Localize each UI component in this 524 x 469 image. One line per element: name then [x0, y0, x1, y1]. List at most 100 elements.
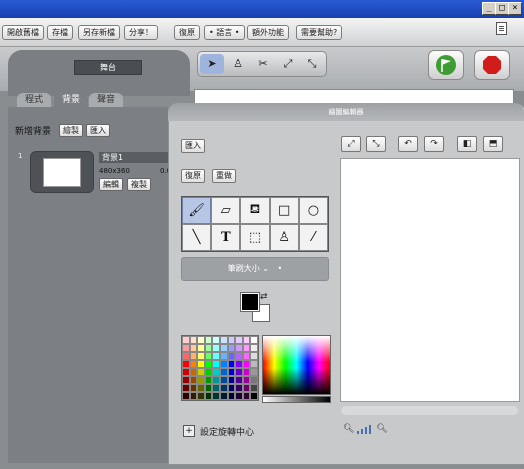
color-swatch[interactable] — [197, 336, 205, 344]
stop-button[interactable] — [474, 50, 510, 80]
ellipse-icon[interactable]: ○ — [298, 197, 328, 224]
color-swatch[interactable] — [250, 344, 258, 352]
color-swatch[interactable] — [250, 360, 258, 368]
color-swatch[interactable] — [189, 344, 198, 352]
color-swatch[interactable] — [197, 384, 205, 392]
help-button[interactable]: 需要幫助? — [296, 25, 343, 40]
color-swatch[interactable] — [204, 344, 213, 352]
flip-horizontal-icon[interactable]: ◧ — [457, 136, 477, 152]
color-swatch[interactable] — [242, 360, 251, 368]
zoom-in-icon[interactable]: 🔍︎ — [376, 424, 387, 434]
color-swatch[interactable] — [235, 352, 243, 360]
color-swatch[interactable] — [189, 336, 198, 344]
color-swatch[interactable] — [212, 352, 220, 360]
green-flag-button[interactable] — [428, 50, 464, 80]
rotate-left-icon[interactable]: ↶ — [398, 136, 418, 152]
color-swatch[interactable] — [227, 368, 236, 376]
color-swatch[interactable] — [219, 352, 228, 360]
paint-canvas[interactable] — [340, 158, 520, 402]
color-swatch[interactable] — [204, 336, 213, 344]
language-button[interactable]: • 語言 • — [204, 25, 245, 40]
paint-undo-button[interactable]: 復原 — [181, 169, 205, 183]
color-swatch[interactable] — [212, 368, 220, 376]
color-swatch[interactable] — [212, 336, 220, 344]
color-swatch[interactable] — [242, 376, 251, 384]
color-swatch[interactable] — [227, 344, 236, 352]
zoom-level-bar[interactable] — [361, 429, 364, 434]
color-swatch[interactable] — [242, 344, 251, 352]
tab-sounds[interactable]: 聲音 — [89, 93, 124, 107]
color-swatch[interactable] — [182, 384, 190, 392]
color-swatch[interactable] — [235, 376, 243, 384]
color-swatch[interactable] — [197, 368, 205, 376]
color-swatch[interactable] — [204, 392, 213, 400]
color-swatch[interactable] — [242, 368, 251, 376]
color-swatch[interactable] — [212, 344, 220, 352]
color-swatch[interactable] — [197, 392, 205, 400]
brush-size-selector[interactable]: 筆刷大小 ⌄ • — [181, 257, 329, 281]
color-swatch[interactable] — [212, 360, 220, 368]
color-swatch[interactable] — [227, 352, 236, 360]
color-swatch[interactable] — [189, 392, 198, 400]
close-icon[interactable]: × — [508, 2, 522, 15]
color-swatch[interactable] — [250, 384, 258, 392]
select-icon[interactable]: ⬚ — [240, 224, 270, 251]
rotate-right-icon[interactable]: ↷ — [424, 136, 444, 152]
color-swatch[interactable] — [212, 384, 220, 392]
zoom-fit-icon[interactable]: ⤢ — [341, 136, 361, 152]
color-swatch[interactable] — [197, 352, 205, 360]
grayscale-bar[interactable] — [262, 396, 331, 403]
color-swatch[interactable] — [204, 376, 213, 384]
color-swatch[interactable] — [189, 352, 198, 360]
color-swatch[interactable] — [189, 384, 198, 392]
open-button[interactable]: 開啟舊檔 — [2, 25, 44, 40]
line-icon[interactable]: ╲ — [182, 224, 212, 251]
color-swatch[interactable] — [182, 376, 190, 384]
color-swatch[interactable] — [235, 344, 243, 352]
zoom-level-bar[interactable] — [369, 425, 372, 434]
swap-colors-icon[interactable]: ⇄ — [260, 292, 268, 302]
canvas-horizontal-scrollbar[interactable] — [341, 406, 518, 415]
color-swatch[interactable] — [204, 384, 213, 392]
share-button[interactable]: 分享！ — [124, 25, 158, 40]
duplicate-stamp-icon[interactable]: ♙ — [226, 54, 250, 74]
zoom-level-bar[interactable] — [365, 427, 368, 434]
paint-backdrop-button[interactable]: 繪製 — [59, 124, 83, 137]
eraser-icon[interactable]: ▱ — [211, 197, 241, 224]
color-swatch[interactable] — [242, 392, 251, 400]
color-swatch[interactable] — [235, 336, 243, 344]
paint-import-button[interactable]: 匯入 — [181, 139, 205, 153]
zoom-out-icon[interactable]: 🔍︎ — [343, 424, 354, 434]
arrow-cursor-icon[interactable]: ➤ — [200, 54, 224, 74]
color-swatch[interactable] — [204, 360, 213, 368]
eyedropper-icon[interactable]: ⁄ — [298, 224, 328, 251]
color-swatch[interactable] — [204, 352, 213, 360]
color-swatch[interactable] — [227, 360, 236, 368]
color-swatch[interactable] — [204, 368, 213, 376]
extras-button[interactable]: 額外功能 — [247, 25, 289, 40]
text-icon[interactable]: T — [211, 224, 241, 251]
color-swatch[interactable] — [235, 384, 243, 392]
color-swatch[interactable] — [182, 336, 190, 344]
color-swatch[interactable] — [219, 336, 228, 344]
color-swatch[interactable] — [189, 360, 198, 368]
scissors-icon[interactable]: ✂ — [251, 54, 275, 74]
fill-bucket-icon[interactable]: ⛾ — [240, 197, 270, 224]
color-swatch[interactable] — [235, 360, 243, 368]
save-as-button[interactable]: 另存新檔 — [78, 25, 120, 40]
maximize-icon[interactable]: □ — [495, 2, 509, 15]
rectangle-icon[interactable]: □ — [269, 197, 299, 224]
tab-scripts[interactable]: 程式 — [17, 93, 52, 107]
color-swatch[interactable] — [197, 376, 205, 384]
edit-backdrop-button[interactable]: 編輯 — [99, 178, 123, 191]
backdrop-thumbnail[interactable] — [43, 158, 81, 187]
color-swatch[interactable] — [212, 376, 220, 384]
shrink-canvas-icon[interactable]: ⤡ — [366, 136, 386, 152]
color-swatch[interactable] — [182, 352, 190, 360]
color-swatch[interactable] — [212, 392, 220, 400]
color-swatch[interactable] — [250, 352, 258, 360]
color-swatch[interactable] — [189, 368, 198, 376]
color-swatch[interactable] — [219, 384, 228, 392]
color-swatch[interactable] — [219, 344, 228, 352]
color-swatch[interactable] — [219, 368, 228, 376]
